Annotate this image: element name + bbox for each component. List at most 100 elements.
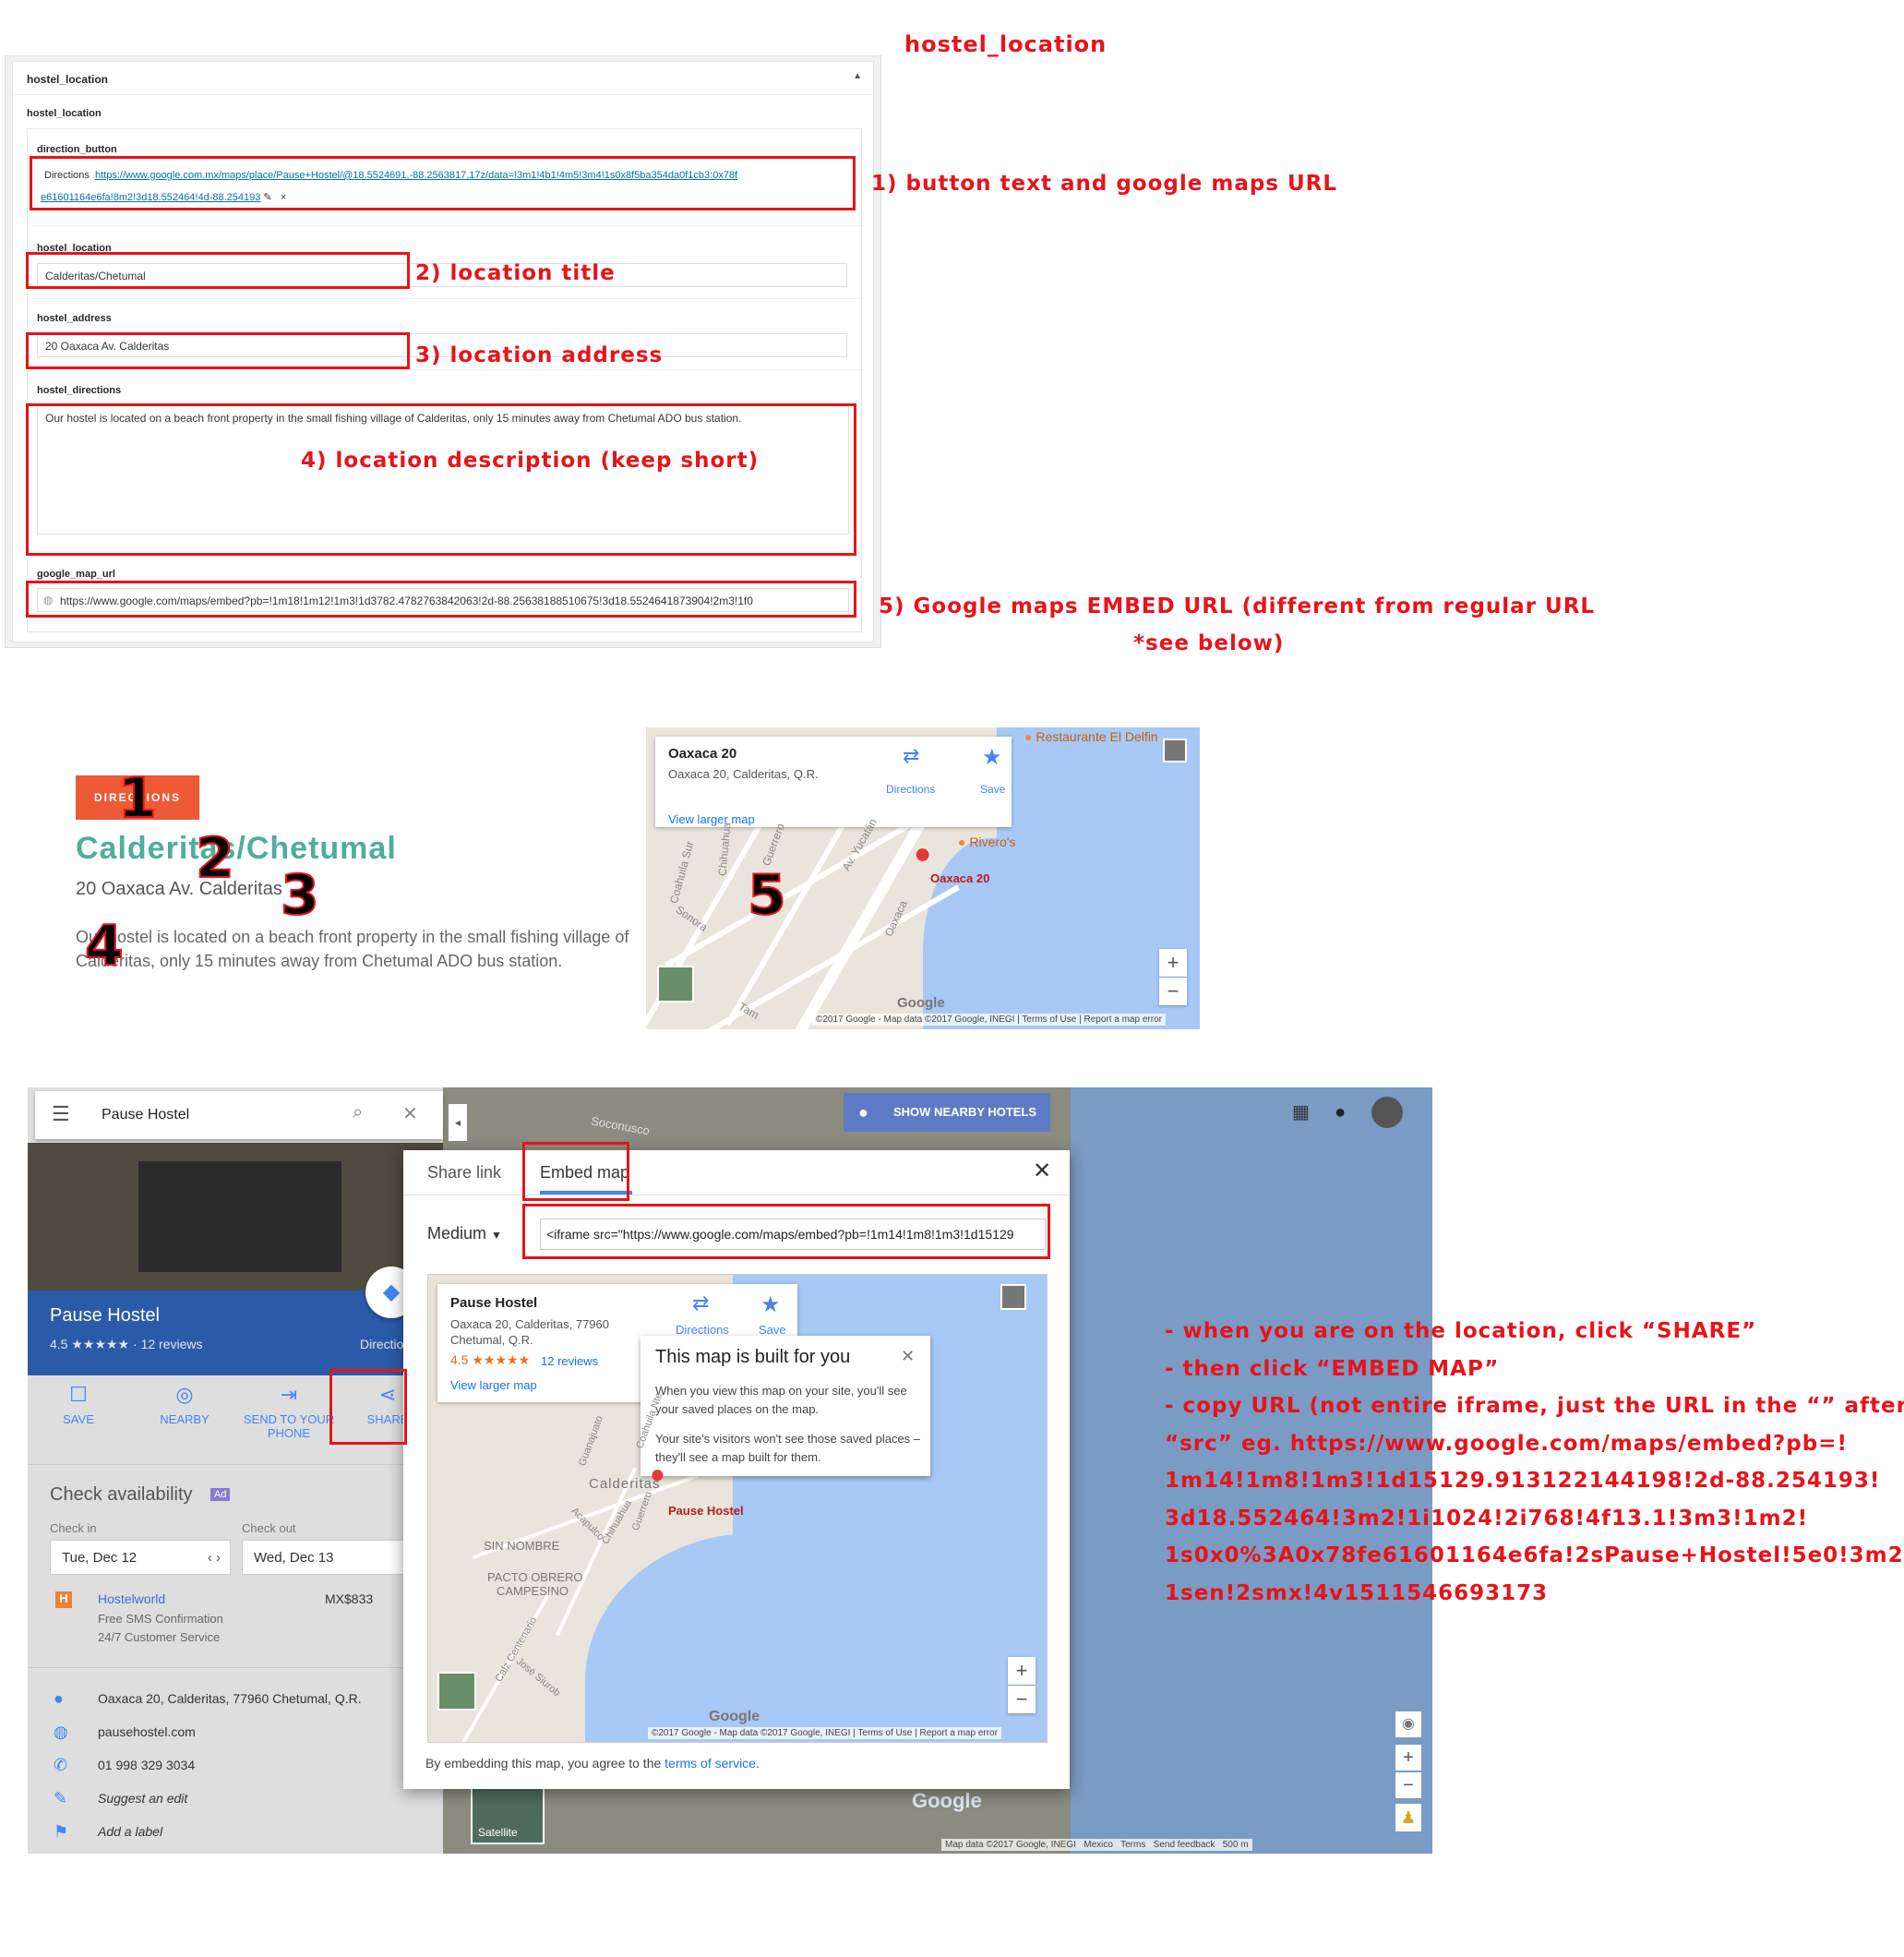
check-out-date[interactable]: Wed, Dec 13‹ [242,1540,426,1575]
zoom-in-button[interactable]: + [1159,949,1187,977]
info-phone[interactable]: 01 998 329 3034 [98,1758,195,1772]
collapse-sidebar-icon[interactable]: ◂ [449,1104,467,1141]
card-view-larger[interactable]: View larger map [450,1378,537,1392]
notifications-icon[interactable]: ● [1335,1102,1346,1123]
place-address: Oaxaca 20, Calderitas, Q.R. [668,767,819,781]
direction-button-label: direction_button [37,144,117,155]
provider-link[interactable]: Hostelworld [98,1591,165,1606]
search-box[interactable]: ☰ Pause Hostel ⌕ ✕ [35,1091,443,1139]
street-label: Guanajuato [577,1414,605,1468]
marker-3: 3 [280,862,320,929]
area-label: CAMPESINO [497,1584,569,1598]
embed-preview-map[interactable]: Pause Hostel Oaxaca 20, Calderitas, 7796… [427,1274,1048,1743]
zoom-in-button[interactable]: + [1008,1657,1036,1685]
zoom-in-button[interactable]: + [1395,1745,1421,1771]
place-card: Oaxaca 20 Oaxaca 20, Calderitas, Q.R. Vi… [655,737,1012,827]
annotation-3: 3) location address [415,343,664,367]
area-label: PACTO OBRERO [487,1570,583,1584]
hostelworld-icon: H [55,1591,72,1608]
highlight-box-3 [26,332,410,369]
photo-thumb[interactable] [1163,738,1187,762]
view-larger-map[interactable]: View larger map [668,812,755,826]
poi-restaurant[interactable]: ● Restaurante El Delfin [1024,729,1158,744]
tab-share-link[interactable]: Share link [427,1163,501,1183]
my-location-icon[interactable]: ◉ [1395,1711,1421,1737]
terms-link[interactable]: terms of service [665,1756,756,1771]
provider-note: 24/7 Customer Service [98,1630,221,1644]
area-label: SIN NOMBRE [484,1539,560,1553]
panel-title: hostel_location [27,73,109,86]
satellite-thumb[interactable] [437,1672,476,1711]
annotation-2: 2) location title [415,261,616,285]
map-footer: Map data ©2017 Google, INEGI Mexico Term… [941,1839,1252,1851]
embedded-map[interactable]: Oaxaca 20 Oaxaca 20, Calderitas, Q.R. Vi… [646,727,1200,1029]
menu-icon[interactable]: ☰ [52,1102,70,1126]
dialog-close-icon[interactable]: ✕ [1033,1158,1051,1184]
suggest-edit[interactable]: Suggest an edit [98,1791,187,1806]
directions-icon[interactable]: ⇄ [903,744,919,768]
street-label: Guerrero [760,822,787,868]
highlight-share [329,1369,407,1445]
bookmark-icon: ☐ [69,1383,88,1406]
search-icon[interactable]: ⌕ [353,1102,363,1123]
ad-badge: Ad [210,1488,231,1501]
instruction-line: - then click “EMBED MAP” [1165,1356,1500,1381]
google-logo: Google [897,995,945,1011]
instruction-line: - copy URL (not entire iframe, just the … [1165,1394,1904,1418]
photo-thumb[interactable] [1000,1284,1026,1310]
tip-close-icon[interactable]: ✕ [901,1347,915,1366]
card-address: Oaxaca 20, Calderitas, 77960 [450,1317,609,1331]
close-icon[interactable]: ✕ [402,1102,418,1125]
save-link[interactable]: Save [980,783,1005,796]
google-logo: Google [912,1789,982,1812]
size-select[interactable]: Medium ▼ [427,1224,502,1243]
check-in-date[interactable]: Tue, Dec 12 ‹ › [50,1540,231,1575]
location-address: 20 Oaxaca Av. Calderitas [76,879,282,899]
map-pin-icon[interactable]: ● [650,1459,665,1489]
poi-riveros[interactable]: ● Rivero's [958,834,1016,849]
card-save[interactable]: Save [759,1323,786,1337]
zoom-out-button[interactable]: − [1395,1772,1421,1798]
zoom-out-button[interactable]: − [1159,978,1187,1005]
location-title: Calderitas/Chetumal [76,831,397,866]
instruction-line: - when you are on the location, click “S… [1165,1319,1757,1343]
send-to-phone-icon: ⇥ [280,1383,298,1406]
show-nearby-hotels-button[interactable]: ● SHOW NEARBY HOTELS [844,1093,1050,1132]
pegman-icon[interactable]: ♟ [1395,1804,1421,1831]
street-label: José Siurob [513,1655,563,1699]
star-icon[interactable]: ★ [982,744,1002,771]
location-description-2: Calderitas, only 15 minutes away from Ch… [76,952,563,970]
search-input[interactable]: Pause Hostel [102,1107,189,1123]
tip-text: When you view this map on your site, you… [655,1384,907,1416]
title-annotation: hostel_location [904,31,1108,57]
nearby-action[interactable]: ◎ NEARBY [148,1383,222,1426]
satellite-thumb[interactable] [657,966,694,1003]
flag-icon: ⚑ [54,1822,69,1841]
card-directions[interactable]: Directions [676,1323,729,1337]
directions-label[interactable]: Directio [360,1337,403,1351]
terms-notice: By embedding this map, you agree to the … [425,1756,760,1771]
card-rating: 4.5 ★★★★★ [450,1352,531,1367]
pin-label: Oaxaca 20 [930,871,990,885]
group-label: hostel_location [27,108,102,119]
directions-link[interactable]: Directions [886,783,935,796]
highlight-box-4 [26,403,856,556]
highlight-box-5 [26,581,856,618]
add-label[interactable]: Add a label [98,1824,162,1839]
save-action[interactable]: ☐ SAVE [50,1383,107,1426]
info-website[interactable]: pausehostel.com [98,1724,196,1739]
marker-5: 5 [747,862,787,929]
card-reviews-link[interactable]: 12 reviews [541,1354,598,1368]
card-title: Pause Hostel [450,1295,538,1311]
check-in-label: Check in [50,1521,97,1535]
info-address[interactable]: Oaxaca 20, Calderitas, 77960 Chetumal, Q… [98,1691,362,1706]
directions-icon[interactable]: ⇄ [692,1291,709,1315]
apps-grid-icon[interactable]: ▦ [1292,1100,1310,1123]
map-pin-icon[interactable]: ● [914,836,931,870]
zoom-out-button[interactable]: − [1008,1686,1036,1713]
collapse-icon[interactable]: ▲ [853,71,862,81]
star-icon[interactable]: ★ [760,1291,781,1318]
avatar[interactable] [1371,1097,1403,1128]
send-to-phone-action[interactable]: ⇥ SEND TO YOUR PHONE [238,1383,340,1440]
card-address: Chetumal, Q.R. [450,1333,533,1347]
